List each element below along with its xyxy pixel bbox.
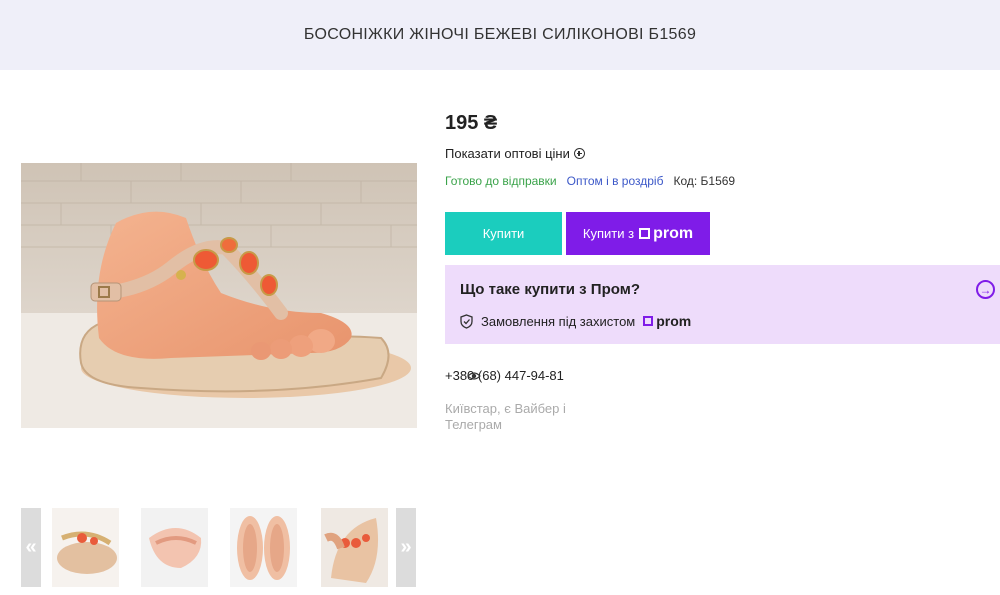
availability-status: Готово до відправки <box>445 174 557 188</box>
buy-with-prom-button[interactable]: Купити з prom <box>566 212 710 255</box>
phone-note: Київстар, є Вайбер і Телеграм <box>445 401 566 432</box>
arrow-right-circle-icon[interactable]: → <box>976 280 995 299</box>
prom-protection-row: Замовлення під захистом prom <box>460 313 691 329</box>
buy-with-prom-label: Купити з <box>582 226 635 241</box>
thumbnail-image <box>321 508 388 587</box>
gallery-next-button[interactable]: » <box>396 508 416 587</box>
sale-type-badge: Оптом і в роздріб <box>566 174 664 188</box>
prom-info-panel[interactable]: Що таке купити з Пром? → Замовлення під … <box>445 265 1000 344</box>
product-status-row: Готово до відправки Оптом і в роздріб Ко… <box>445 174 735 188</box>
thumbnail-image <box>230 508 297 587</box>
product-photo <box>21 163 417 428</box>
phone-number[interactable]: +380 (68) 447-94-81 <box>445 368 565 384</box>
thumbnail-1[interactable] <box>52 508 119 587</box>
wholesale-prices-label: Показати оптові ціни <box>445 146 570 161</box>
eye-icon[interactable] <box>467 370 481 382</box>
prom-logo-icon: prom <box>643 313 691 329</box>
buy-button[interactable]: Купити <box>445 212 562 255</box>
product-main-image[interactable] <box>21 163 417 428</box>
page-header: БОСОНІЖКИ ЖІНОЧІ БЕЖЕВІ СИЛІКОНОВІ Б1569 <box>0 0 1000 70</box>
gallery-prev-button[interactable]: « <box>21 508 41 587</box>
thumbnail-gallery: « » <box>21 508 417 587</box>
thumbnail-image <box>141 508 208 587</box>
thumbnail-image <box>52 508 119 587</box>
product-price: 195 ₴ <box>445 112 498 134</box>
product-code: Код: Б1569 <box>673 174 736 188</box>
shield-check-icon <box>460 313 473 329</box>
thumbnail-2[interactable] <box>141 508 208 587</box>
thumbnail-4[interactable] <box>321 508 388 587</box>
thumbnail-3[interactable] <box>230 508 297 587</box>
page-title: БОСОНІЖКИ ЖІНОЧІ БЕЖЕВІ СИЛІКОНОВІ Б1569 <box>303 26 697 43</box>
prom-info-title: Що таке купити з Пром? <box>460 281 640 298</box>
wholesale-prices-link[interactable]: Показати оптові ціни <box>445 146 585 161</box>
prom-protection-text: Замовлення під захистом <box>481 313 636 329</box>
plus-circle-icon <box>573 148 585 159</box>
prom-logo-icon: prom <box>639 225 693 243</box>
